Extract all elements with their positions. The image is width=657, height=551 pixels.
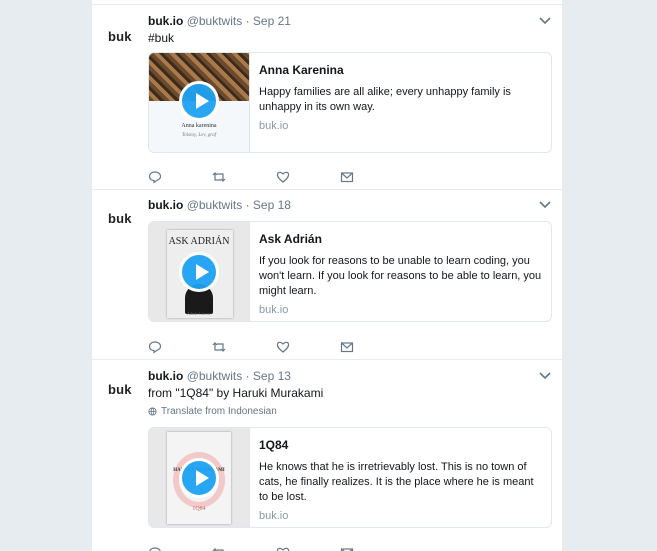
translate-link[interactable]: Translate from Indonesian bbox=[148, 406, 277, 417]
card-thumbnail: HARUKI MURAKAMI 1Q84 bbox=[149, 428, 250, 527]
card-description: Happy families are all alike; every unha… bbox=[259, 86, 511, 113]
tweet[interactable]: buk buk.io @buktwits · Sep 18 ASK ADRIÁN… bbox=[92, 189, 562, 360]
card-description: If you look for reasons to be unable to … bbox=[259, 255, 542, 297]
avatar[interactable]: buk bbox=[108, 29, 132, 44]
tweet[interactable]: buk buk.io @buktwits · Sep 21 #buk Anna … bbox=[92, 4, 562, 190]
card-title: Anna Karenina bbox=[259, 63, 344, 77]
tweet-actions bbox=[148, 545, 404, 551]
cover-title: Anna karenina bbox=[181, 123, 217, 129]
like-icon[interactable] bbox=[276, 170, 290, 184]
translate-label: Translate from Indonesian bbox=[161, 406, 277, 417]
tweet-actions bbox=[148, 169, 404, 185]
tweet-text: from "1Q84" by Haruki Murakami bbox=[148, 386, 324, 400]
play-icon[interactable] bbox=[179, 252, 219, 292]
chevron-down-icon[interactable] bbox=[538, 197, 552, 211]
like-icon[interactable] bbox=[276, 340, 290, 354]
tweet[interactable]: buk buk.io @buktwits · Sep 13 from "1Q84… bbox=[92, 360, 562, 551]
link-card[interactable]: ASK ADRIÁN Adrián Latorre Ask Adrián If … bbox=[148, 221, 552, 322]
author-handle[interactable]: @buktwits bbox=[187, 14, 243, 28]
link-card[interactable]: Anna karenina Tolstoy, Lev, graf Anna Ka… bbox=[148, 52, 552, 153]
card-title: Ask Adrián bbox=[259, 232, 322, 246]
link-card[interactable]: HARUKI MURAKAMI 1Q84 1Q84 He knows that … bbox=[148, 427, 552, 528]
author-name[interactable]: buk.io bbox=[148, 14, 183, 28]
author-name[interactable]: buk.io bbox=[148, 369, 183, 383]
card-domain: buk.io bbox=[259, 304, 289, 316]
cover-title: ASK ADRIÁN bbox=[168, 236, 230, 247]
play-icon[interactable] bbox=[179, 458, 219, 498]
play-icon[interactable] bbox=[179, 81, 219, 121]
author-handle[interactable]: @buktwits bbox=[187, 198, 243, 212]
message-icon[interactable] bbox=[340, 170, 354, 184]
reply-icon[interactable] bbox=[148, 546, 162, 551]
chevron-down-icon[interactable] bbox=[538, 13, 552, 27]
timeline: buk buk.io @buktwits · Sep 21 #buk Anna … bbox=[92, 0, 562, 551]
avatar[interactable]: buk bbox=[108, 211, 132, 226]
card-domain: buk.io bbox=[259, 120, 289, 132]
card-domain: buk.io bbox=[259, 510, 289, 522]
author-name[interactable]: buk.io bbox=[148, 198, 183, 212]
tweet-date[interactable]: · Sep 13 bbox=[246, 369, 291, 383]
retweet-icon[interactable] bbox=[212, 546, 226, 551]
like-icon[interactable] bbox=[276, 546, 290, 551]
card-thumbnail: ASK ADRIÁN Adrián Latorre bbox=[149, 222, 250, 321]
tweet-header: buk.io @buktwits · Sep 18 bbox=[148, 198, 291, 212]
card-title: 1Q84 bbox=[259, 438, 289, 452]
tweet-date[interactable]: · Sep 21 bbox=[246, 14, 291, 28]
globe-icon bbox=[148, 407, 157, 416]
tweet-actions bbox=[148, 339, 404, 355]
cover-subtitle: 1Q84 bbox=[192, 506, 206, 512]
tweet-header: buk.io @buktwits · Sep 13 bbox=[148, 369, 291, 383]
retweet-icon[interactable] bbox=[212, 340, 226, 354]
message-icon[interactable] bbox=[340, 340, 354, 354]
reply-icon[interactable] bbox=[148, 340, 162, 354]
cover-subtitle: Tolstoy, Lev, graf bbox=[181, 133, 217, 138]
tweet-text: #buk bbox=[148, 31, 175, 45]
card-thumbnail: Anna karenina Tolstoy, Lev, graf bbox=[149, 53, 250, 152]
card-description: He knows that he is irretrievably lost. … bbox=[259, 461, 534, 503]
avatar[interactable]: buk bbox=[108, 382, 132, 397]
tweet-date[interactable]: · Sep 18 bbox=[246, 198, 291, 212]
author-handle[interactable]: @buktwits bbox=[187, 369, 243, 383]
message-icon[interactable] bbox=[340, 546, 354, 551]
cover-subtitle: Adrián Latorre bbox=[187, 311, 211, 316]
tweet-header: buk.io @buktwits · Sep 21 bbox=[148, 14, 291, 28]
retweet-icon[interactable] bbox=[212, 170, 226, 184]
reply-icon[interactable] bbox=[148, 170, 162, 184]
chevron-down-icon[interactable] bbox=[538, 368, 552, 382]
